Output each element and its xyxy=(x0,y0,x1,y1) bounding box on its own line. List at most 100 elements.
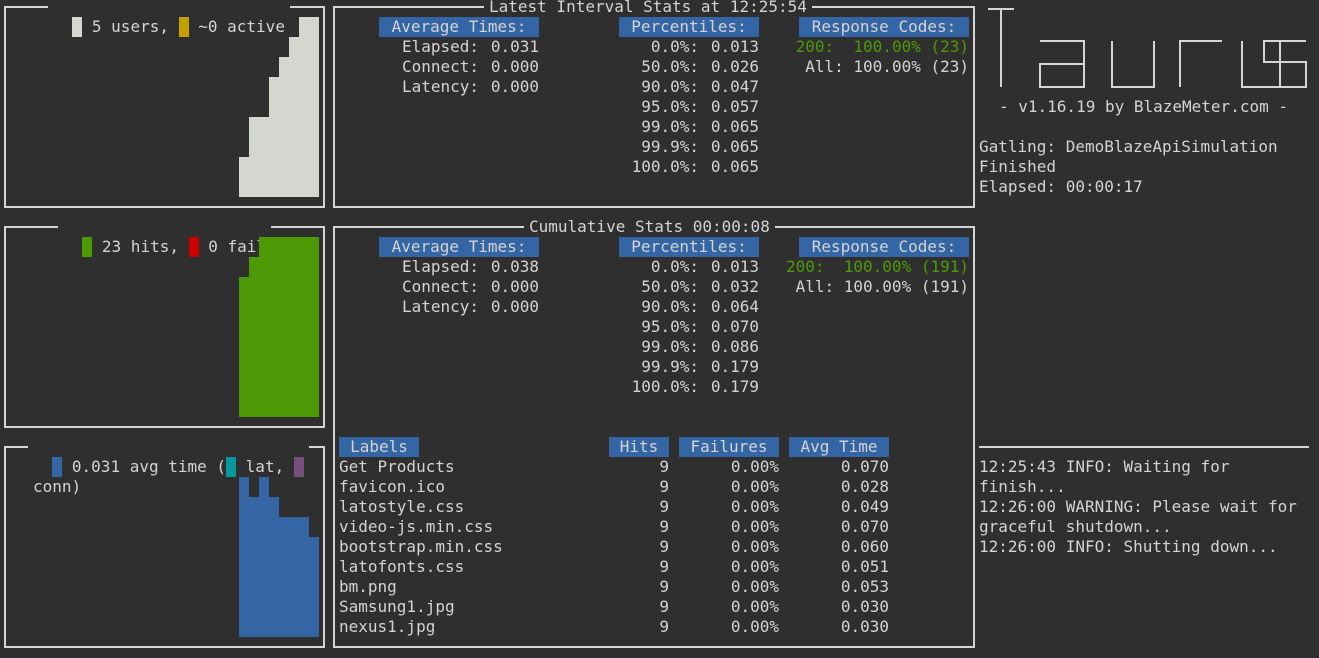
users-graph xyxy=(19,17,319,197)
users-bar xyxy=(239,157,249,197)
table-row-failures: 0.00% xyxy=(730,457,779,476)
cumulative-rc-row: All: 100.00% (191) xyxy=(739,277,969,297)
cumulative-stats-title: Cumulative Stats 00:00:08 xyxy=(524,217,775,237)
cumulative-pct-value: 0.086 xyxy=(710,337,759,356)
table-row-avg-time: 0.070 xyxy=(840,517,889,536)
table-row-hits: 9 xyxy=(659,557,669,576)
avg-time-bar xyxy=(249,497,259,637)
version-line: - v1.16.19 by BlazeMeter.com - xyxy=(999,97,1288,116)
cumulative-rc-value: 100.00% (191) xyxy=(843,277,969,296)
latest-pct-label: 100.0%: xyxy=(631,157,699,176)
table-header-avg-time: Avg Time xyxy=(789,437,889,457)
time-graph xyxy=(19,477,319,637)
users-bar xyxy=(279,57,289,197)
log-line: 12:26:00 WARNING: Please wait for xyxy=(979,497,1297,516)
users-bar xyxy=(309,17,319,197)
table-row-label: bm.png xyxy=(339,577,397,596)
table-header-hits: Hits xyxy=(609,437,669,457)
cumulative-pct-label: 100.0%: xyxy=(631,377,699,396)
table-row-failures: 0.00% xyxy=(730,477,779,496)
cumulative-rc-header: Response Codes: xyxy=(799,237,969,257)
cumulative-pct-value: 0.064 xyxy=(710,297,759,316)
latest-avg-label: Connect: xyxy=(401,57,479,76)
hits-bar xyxy=(279,237,289,417)
latest-pct-label: 0.0%: xyxy=(650,37,699,56)
latest-rc-value: 100.00% (23) xyxy=(853,57,969,76)
table-row-label: latofonts.css xyxy=(339,557,465,576)
table-row-avg-time: 0.049 xyxy=(840,497,889,516)
avg-time-bar xyxy=(289,517,299,637)
table-row-avg-time: 0.053 xyxy=(840,577,889,596)
latest-pct-value: 0.065 xyxy=(710,157,759,176)
log-divider xyxy=(979,446,1309,448)
cumulative-avg-header: Average Times: xyxy=(379,237,539,257)
table-row-hits: 9 xyxy=(659,597,669,616)
hits-bar xyxy=(259,237,269,417)
latest-rc-code: All: xyxy=(805,57,844,76)
table-row-label: Get Products xyxy=(339,457,455,476)
hits-bar xyxy=(299,237,309,417)
cumulative-avg-value: 0.000 xyxy=(490,277,539,296)
cumulative-avg-value: 0.000 xyxy=(490,297,539,316)
cumulative-rc-code: 200: xyxy=(785,257,825,276)
table-row-hits: 9 xyxy=(659,457,669,476)
lat-legend-swatch xyxy=(226,457,237,477)
table-row-avg-time: 0.028 xyxy=(840,477,889,496)
table-row-failures: 0.00% xyxy=(730,557,779,576)
table-row-avg-time: 0.051 xyxy=(840,557,889,576)
executor-status-line: Gatling: DemoBlazeApiSimulation xyxy=(979,137,1278,156)
cumulative-pct-label: 99.0%: xyxy=(641,337,699,356)
table-row-failures: 0.00% xyxy=(730,517,779,536)
latest-pct-value: 0.065 xyxy=(710,137,759,156)
table-row-hits: 9 xyxy=(659,537,669,556)
table-row-label: bootstrap.min.css xyxy=(339,537,503,556)
latest-pct-label: 95.0%: xyxy=(641,97,699,116)
table-row-failures: 0.00% xyxy=(730,617,779,636)
executor-status-line: Elapsed: 00:00:17 xyxy=(979,177,1143,196)
cumulative-rc-row: 200: 100.00% (191) xyxy=(739,257,969,277)
table-row-hits: 9 xyxy=(659,577,669,596)
taurus-logo xyxy=(988,8,1308,90)
cumulative-rc-code: All: xyxy=(795,277,835,296)
table-row-label: latostyle.css xyxy=(339,497,465,516)
hits-bar xyxy=(309,237,319,417)
latest-rc-row: 200: 100.00% (23) xyxy=(739,37,969,57)
table-row-failures: 0.00% xyxy=(730,577,779,596)
table-row-avg-time: 0.030 xyxy=(840,597,889,616)
cumulative-pct-label: 95.0%: xyxy=(641,317,699,336)
avg-time-bar xyxy=(299,517,309,637)
latest-pct-label: 99.9%: xyxy=(641,137,699,156)
table-row-hits: 9 xyxy=(659,617,669,636)
table-row-hits: 9 xyxy=(659,517,669,536)
latest-pct-value: 0.065 xyxy=(710,117,759,136)
cumulative-pct-value: 0.179 xyxy=(710,357,759,376)
latest-pct-value: 0.047 xyxy=(710,77,759,96)
cumulative-pct-label: 99.9%: xyxy=(641,357,699,376)
cumulative-rc-value: 100.00% (191) xyxy=(843,257,969,276)
users-bar xyxy=(269,77,279,197)
table-row-failures: 0.00% xyxy=(730,597,779,616)
latest-pct-header: Percentiles: xyxy=(619,17,759,37)
avg-time-bar xyxy=(279,517,289,637)
cumulative-pct-label: 0.0%: xyxy=(650,257,699,276)
hits-bar xyxy=(269,237,279,417)
cumulative-pct-value: 0.070 xyxy=(710,317,759,336)
cumulative-pct-value: 0.179 xyxy=(710,377,759,396)
cumulative-pct-label: 50.0%: xyxy=(641,277,699,296)
log-line: 12:26:00 INFO: Shutting down... xyxy=(979,537,1278,556)
latest-pct-label: 99.0%: xyxy=(641,117,699,136)
latest-avg-header: Average Times: xyxy=(379,17,539,37)
avg-label: 0.031 avg time ( xyxy=(71,457,227,476)
table-row-label: nexus1.jpg xyxy=(339,617,436,636)
latest-pct-label: 50.0%: xyxy=(641,57,699,76)
cumulative-pct-label: 90.0%: xyxy=(641,297,699,316)
hits-bar xyxy=(239,277,249,417)
table-row-avg-time: 0.060 xyxy=(840,537,889,556)
users-bar xyxy=(299,17,309,197)
log-line: graceful shutdown... xyxy=(979,517,1172,536)
latest-rc-row: All: 100.00% (23) xyxy=(739,57,969,77)
cumulative-avg-value: 0.038 xyxy=(490,257,539,276)
latest-avg-value: 0.000 xyxy=(490,77,539,96)
cumulative-avg-label: Connect: xyxy=(401,277,479,296)
table-row-failures: 0.00% xyxy=(730,497,779,516)
